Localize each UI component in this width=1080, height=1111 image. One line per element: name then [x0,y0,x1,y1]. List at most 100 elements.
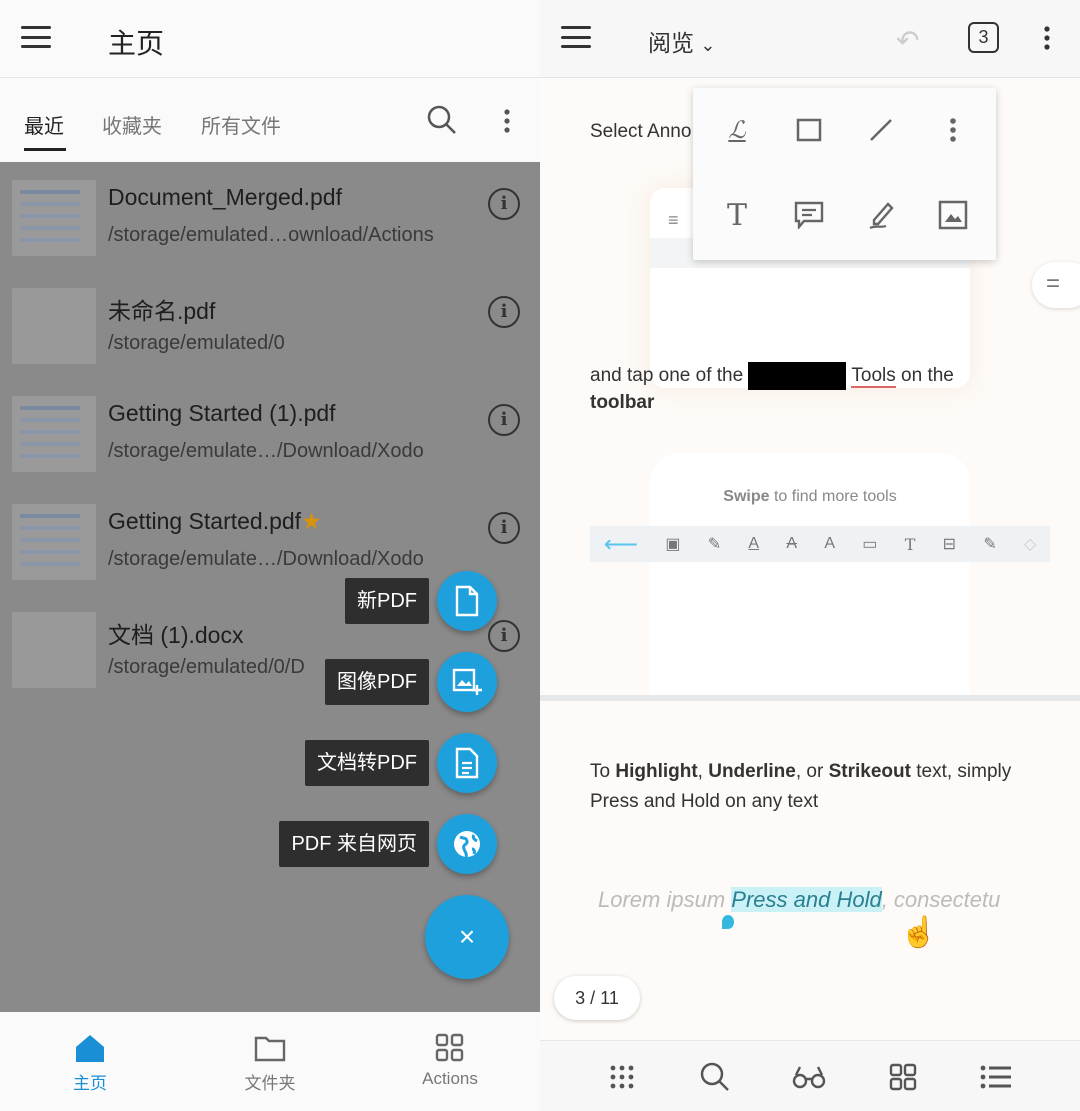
nav-actions[interactable]: Actions [390,1032,510,1089]
folder-icon [210,1032,330,1069]
more-options-icon[interactable] [500,108,514,134]
viewer-bottom-toolbar [540,1040,1080,1111]
page-text: To Highlight, Underline, or Strikeout te… [590,757,1050,817]
pdf-viewer-screen: Annotate Select Anno ≡ and tap one of th… [540,0,1080,1111]
info-icon[interactable]: i [488,188,520,220]
home-icon [30,1032,150,1069]
list-item[interactable]: Document_Merged.pdf /storage/emulated…ow… [0,162,540,270]
viewer-header: 阅览 ⌄ ↶ 3 [540,0,1080,78]
view-mode-label: 阅览 [648,30,694,56]
info-icon[interactable]: i [488,512,520,544]
nav-folders[interactable]: 文件夹 [210,1032,330,1094]
underline-icon: A [748,535,760,552]
tab-all-files[interactable]: 所有文件 [201,110,281,139]
pen-icon: ✎ [707,536,722,553]
page-title: 主页 [108,28,165,59]
list-item[interactable]: 未命名.pdf /storage/emulated/0 i [0,270,540,378]
image-to-pdf-label[interactable]: 图像PDF [325,659,429,705]
file-path: /storage/emulated…ownload/Actions [108,224,434,246]
nav-label: 主页 [73,1074,107,1093]
nav-home[interactable]: 主页 [30,1032,150,1094]
page-text: toolbar [590,392,655,413]
page-text: Select Anno [590,121,691,143]
bottom-navigation: 主页 文件夹 Actions [0,1012,540,1111]
side-panel-handle[interactable]: = [1032,262,1080,308]
eraser-icon: ◇ [1024,536,1037,553]
nav-label: 文件夹 [244,1074,296,1093]
line-icon[interactable] [859,108,903,152]
file-icon[interactable] [437,571,497,631]
freehand-pen-icon[interactable] [859,193,903,237]
text: Swipe [723,488,770,505]
undo-icon[interactable]: ↶ [896,24,919,57]
document-icon[interactable] [437,733,497,793]
text: , [697,761,709,782]
arrow-left-icon: ⟵ [603,530,639,558]
list-item[interactable]: Getting Started (1).pdf /storage/emulate… [0,378,540,486]
file-thumbnail [12,612,96,688]
redacted-box [748,362,847,390]
file-thumbnail [12,180,96,256]
thumbnails-grid-icon[interactable] [602,1059,642,1095]
text: Underline [708,761,796,782]
info-icon[interactable]: i [488,296,520,328]
tab-bar: 最近 收藏夹 所有文件 [0,78,540,162]
text: on the [901,365,954,387]
file-path: /storage/emulate…/Download/Xodo [108,548,424,570]
web-to-pdf-label[interactable]: PDF 来自网页 [279,821,429,867]
tools-strip: ⟵ ▣ ✎ A A A ▭ T ⊟ ✎ ◇ [590,526,1050,562]
tab-favorites[interactable]: 收藏夹 [102,110,162,139]
signature-icon[interactable]: ℒ [715,108,759,152]
close-fab-button[interactable]: × [425,895,509,979]
text: Lorem ipsum [598,887,732,912]
search-icon[interactable] [695,1059,735,1095]
reading-mode-icon[interactable] [789,1059,829,1095]
file-browser-screen: 主页 最近 收藏夹 所有文件 Document_Merged.pdf /stor… [0,0,540,1111]
file-path: /storage/emulated/0 [108,332,285,354]
file-name: 文档 (1).docx [108,622,244,648]
doc-to-pdf-label[interactable]: 文档转PDF [305,740,429,786]
view-mode-dropdown[interactable]: 阅览 ⌄ [648,24,715,58]
text: text, simply [910,761,1012,782]
app-header: 主页 [0,0,540,78]
image-icon[interactable] [931,193,975,237]
swipe-caption: Swipe to find more tools [650,488,970,506]
image-add-icon[interactable] [437,652,497,712]
text: , or [795,761,829,782]
info-icon[interactable]: i [488,620,520,652]
menu-icon[interactable] [21,26,51,48]
squiggly-icon: A [824,535,835,552]
page-indicator[interactable]: 3 / 11 [554,976,640,1020]
outline-list-icon[interactable] [976,1059,1016,1095]
file-path: /storage/emulate…/Download/Xodo [108,440,424,462]
strikeout-icon: A [786,535,798,552]
comment-icon[interactable] [787,193,831,237]
annotation-tools-popup: ℒ T [693,88,996,260]
nav-label: Actions [422,1069,478,1088]
more-options-icon[interactable] [1040,25,1054,56]
search-icon[interactable] [426,104,456,134]
menu-icon[interactable] [561,26,591,48]
highlighted-text: Press and Hold [731,887,882,912]
file-name-text: Getting Started.pdf [108,508,302,534]
text-icon: T [904,534,916,554]
new-pdf-label[interactable]: 新PDF [345,578,429,624]
more-tools-icon[interactable] [931,108,975,152]
file-name: Getting Started.pdf★ [108,508,322,535]
tab-count-button[interactable]: 3 [968,22,999,53]
tab-recent[interactable]: 最近 [24,110,64,139]
text: to find more tools [769,488,897,505]
file-thumbnail [12,504,96,580]
callout-icon: ⊟ [942,536,957,553]
globe-icon[interactable] [437,814,497,874]
text: and tap one of the [590,365,744,387]
demo-text: Lorem ipsum Press and Hold, consectetu [598,887,1000,913]
file-name: Getting Started (1).pdf [108,400,336,426]
text-icon[interactable]: T [715,193,759,237]
rectangle-icon[interactable] [787,108,831,152]
menu-icon: ≡ [668,210,679,230]
grid-icon[interactable] [883,1059,923,1095]
file-path: /storage/emulated/0/D [108,656,305,678]
info-icon[interactable]: i [488,404,520,436]
grid-icon [390,1032,510,1069]
